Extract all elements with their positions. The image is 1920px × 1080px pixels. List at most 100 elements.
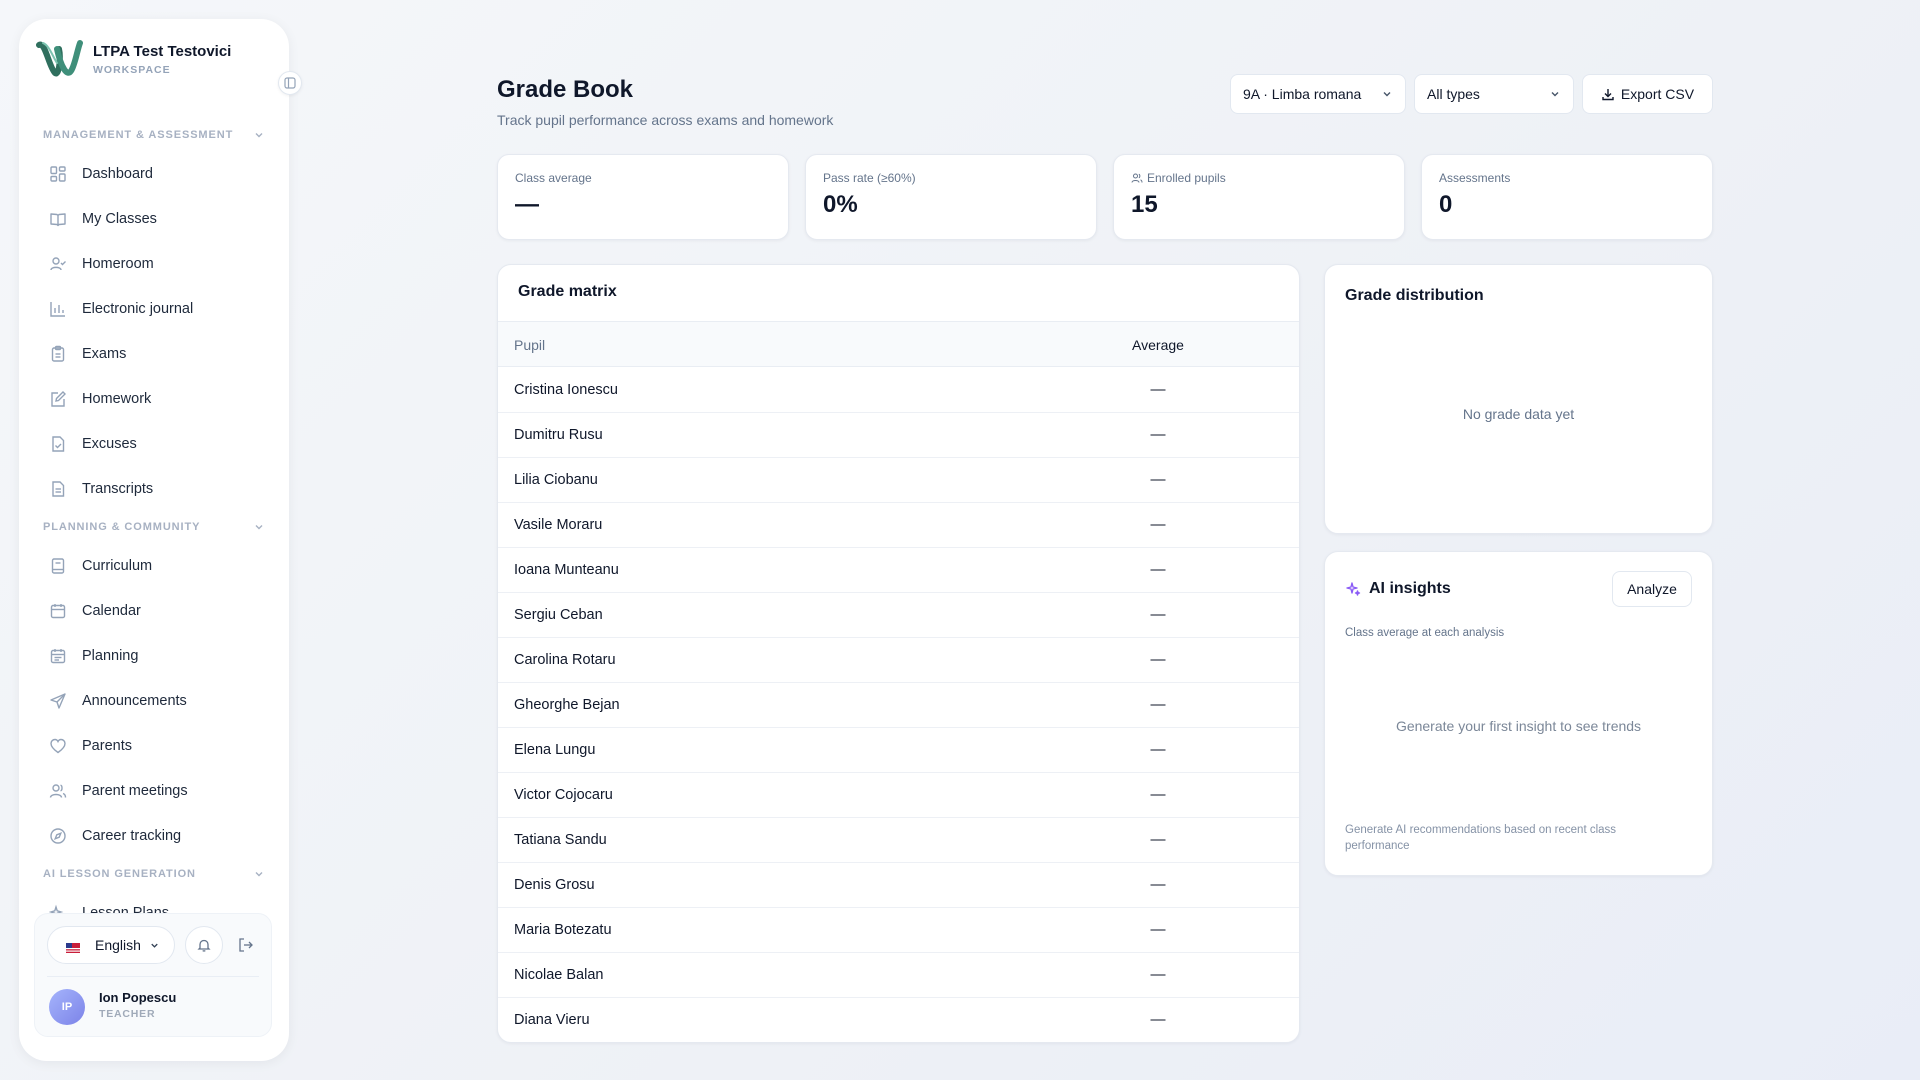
pupil-average: — — [1150, 561, 1166, 578]
sidebar-item-homework[interactable]: Homework — [19, 376, 289, 421]
brand-subtitle: WORKSPACE — [93, 63, 171, 76]
chevron-down-icon — [255, 525, 263, 530]
section-title: PLANNING & COMMUNITY — [43, 521, 201, 533]
panel-left-icon — [284, 77, 296, 89]
table-row[interactable]: Nicolae Balan — — [498, 953, 1299, 998]
pupil-average: — — [1150, 1011, 1166, 1028]
users-icon — [1131, 173, 1143, 183]
pupil-name: Ioana Munteanu — [514, 562, 619, 578]
section-planning[interactable]: PLANNING & COMMUNITY — [19, 511, 289, 543]
pupil-name: Carolina Rotaru — [514, 652, 616, 668]
chevron-down-icon — [1383, 92, 1391, 97]
file-text-icon — [52, 480, 65, 497]
sidebar-item-dashboard[interactable]: Dashboard — [19, 151, 289, 196]
chevron-down-icon — [255, 133, 263, 138]
pupil-average: — — [1150, 426, 1166, 443]
column-header-average[interactable]: Average — [1088, 337, 1228, 353]
sidebar-item-curriculum[interactable]: Curriculum — [19, 543, 289, 588]
download-icon — [1602, 89, 1614, 101]
stat-label: Assessments — [1439, 171, 1511, 185]
pupil-average: — — [1150, 381, 1166, 398]
sidebar-item-label: My Classes — [82, 210, 157, 227]
sidebar-item-label: Planning — [82, 647, 139, 664]
sidebar-item-electronic-journal[interactable]: Electronic journal — [19, 286, 289, 331]
heart-icon — [50, 738, 66, 753]
stat-label: Pass rate (≥60%) — [823, 171, 916, 185]
sidebar-item-label: Homework — [82, 390, 152, 407]
sidebar-item-planning[interactable]: Planning — [19, 633, 289, 678]
sidebar-item-career-tracking[interactable]: Career tracking — [19, 813, 289, 858]
table-row[interactable]: Diana Vieru — — [498, 998, 1299, 1042]
table-row[interactable]: Victor Cojocaru — — [498, 773, 1299, 818]
analyze-button[interactable]: Analyze — [1612, 571, 1692, 607]
table-row[interactable]: Maria Botezatu — — [498, 908, 1299, 953]
sidebar-item-label: Excuses — [82, 435, 137, 452]
table-row[interactable]: Tatiana Sandu — — [498, 818, 1299, 863]
pupil-average: — — [1150, 606, 1166, 623]
calendar-range-icon — [50, 648, 66, 663]
pupil-average: — — [1150, 651, 1166, 668]
sidebar-item-my-classes[interactable]: My Classes — [19, 196, 289, 241]
table-header: Pupil Average — [498, 321, 1299, 367]
sidebar: LTPA Test Testovici WORKSPACE MANAGEMENT… — [19, 19, 302, 1061]
table-row[interactable]: Elena Lungu — — [498, 728, 1299, 773]
table-row[interactable]: Carolina Rotaru — — [498, 638, 1299, 683]
sidebar-item-label: Parents — [82, 737, 132, 754]
logout-icon[interactable] — [237, 936, 255, 954]
table-row[interactable]: Vasile Moraru — — [498, 503, 1299, 548]
sidebar-item-announcements[interactable]: Announcements — [19, 678, 289, 723]
column-header-pupil[interactable]: Pupil — [514, 337, 545, 353]
pupil-name: Dumitru Rusu — [514, 427, 603, 443]
sidebar-item-transcripts[interactable]: Transcripts — [19, 466, 289, 511]
table-row[interactable]: Gheorghe Bejan — — [498, 683, 1299, 728]
pupil-name: Nicolae Balan — [514, 967, 604, 983]
pupil-average: — — [1150, 876, 1166, 893]
type-select-value: All types — [1427, 86, 1480, 102]
divider — [47, 976, 259, 977]
sidebar-item-exams[interactable]: Exams — [19, 331, 289, 376]
sidebar-item-parent-meetings[interactable]: Parent meetings — [19, 768, 289, 813]
table-row[interactable]: Ioana Munteanu — — [498, 548, 1299, 593]
sidebar-item-label: Announcements — [82, 692, 187, 709]
stat-assessments: Assessments 0 — [1421, 154, 1713, 240]
notebook-icon — [51, 557, 65, 574]
sidebar-item-parents[interactable]: Parents — [19, 723, 289, 768]
class-select[interactable]: 9A · Limba romana — [1230, 74, 1406, 114]
sparkles-icon — [1346, 582, 1361, 596]
pupil-name: Sergiu Ceban — [514, 607, 603, 623]
stat-label: Enrolled pupils — [1147, 171, 1226, 185]
table-row[interactable]: Denis Grosu — — [498, 863, 1299, 908]
sidebar-item-label: Electronic journal — [82, 300, 194, 317]
type-select[interactable]: All types — [1414, 74, 1574, 114]
table-row[interactable]: Cristina Ionescu — — [498, 368, 1299, 413]
collapse-sidebar-button[interactable] — [278, 71, 302, 95]
sidebar-item-homeroom[interactable]: Homeroom — [19, 241, 289, 286]
table-row[interactable]: Dumitru Rusu — — [498, 413, 1299, 458]
card-title: Grade matrix — [518, 283, 617, 300]
stat-value: 15 — [1131, 191, 1158, 218]
pupil-name: Gheorghe Bejan — [514, 697, 620, 713]
language-select[interactable]: English — [47, 926, 175, 964]
chevron-down-icon — [255, 872, 263, 877]
sidebar-item-excuses[interactable]: Excuses — [19, 421, 289, 466]
calendar-icon — [50, 603, 66, 618]
avatar[interactable]: IP — [49, 989, 85, 1025]
send-icon — [50, 692, 66, 709]
stat-pass-rate: Pass rate (≥60%) 0% — [805, 154, 1097, 240]
edit-icon — [51, 390, 66, 407]
sidebar-item-calendar[interactable]: Calendar — [19, 588, 289, 633]
pupil-name: Vasile Moraru — [514, 517, 603, 533]
brand-name: LTPA Test Testovici — [93, 42, 232, 60]
section-ai-lesson[interactable]: AI LESSON GENERATION — [19, 858, 289, 890]
brand[interactable]: LTPA Test Testovici WORKSPACE — [35, 37, 231, 81]
export-csv-button[interactable]: Export CSV — [1582, 74, 1713, 114]
table-row[interactable]: Lilia Ciobanu — — [498, 458, 1299, 503]
pupil-average: — — [1150, 741, 1166, 758]
dashboard-icon — [50, 165, 66, 182]
sidebar-item-label: Calendar — [82, 602, 141, 619]
pupil-average: — — [1150, 516, 1166, 533]
chart-caption: Class average at each analysis — [1345, 627, 1505, 639]
section-management[interactable]: MANAGEMENT & ASSESSMENT — [19, 119, 289, 151]
table-row[interactable]: Sergiu Ceban — — [498, 593, 1299, 638]
notifications-button[interactable] — [185, 926, 223, 964]
